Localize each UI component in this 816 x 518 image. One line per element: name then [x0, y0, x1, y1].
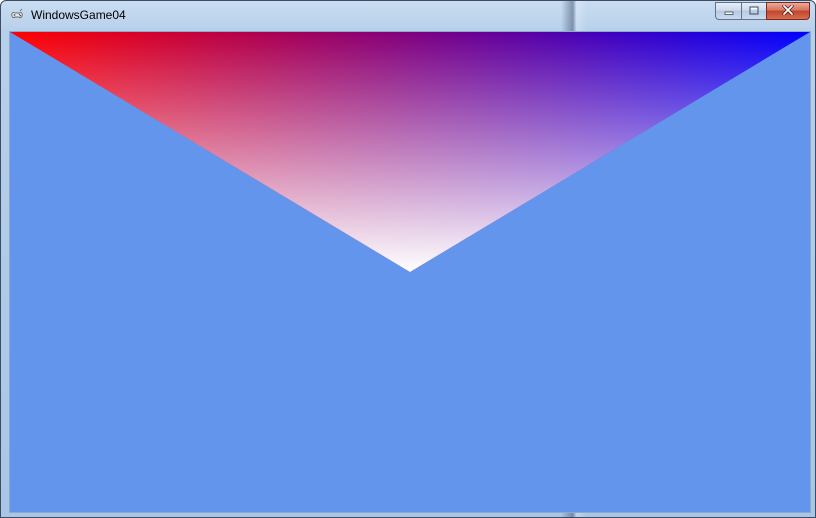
caption-buttons: [715, 2, 810, 21]
game-viewport[interactable]: [9, 31, 811, 513]
close-icon: [782, 2, 794, 20]
maximize-button[interactable]: [741, 2, 767, 20]
minimize-button[interactable]: [715, 2, 742, 20]
minimize-icon: [724, 2, 734, 20]
maximize-icon: [749, 2, 759, 20]
render-surface: [10, 32, 810, 512]
app-window: WindowsGame04: [0, 0, 816, 518]
gamepad-icon: [9, 7, 25, 23]
close-button[interactable]: [766, 2, 810, 20]
window-title: WindowsGame04: [31, 8, 126, 22]
title-bar[interactable]: WindowsGame04: [1, 1, 815, 30]
